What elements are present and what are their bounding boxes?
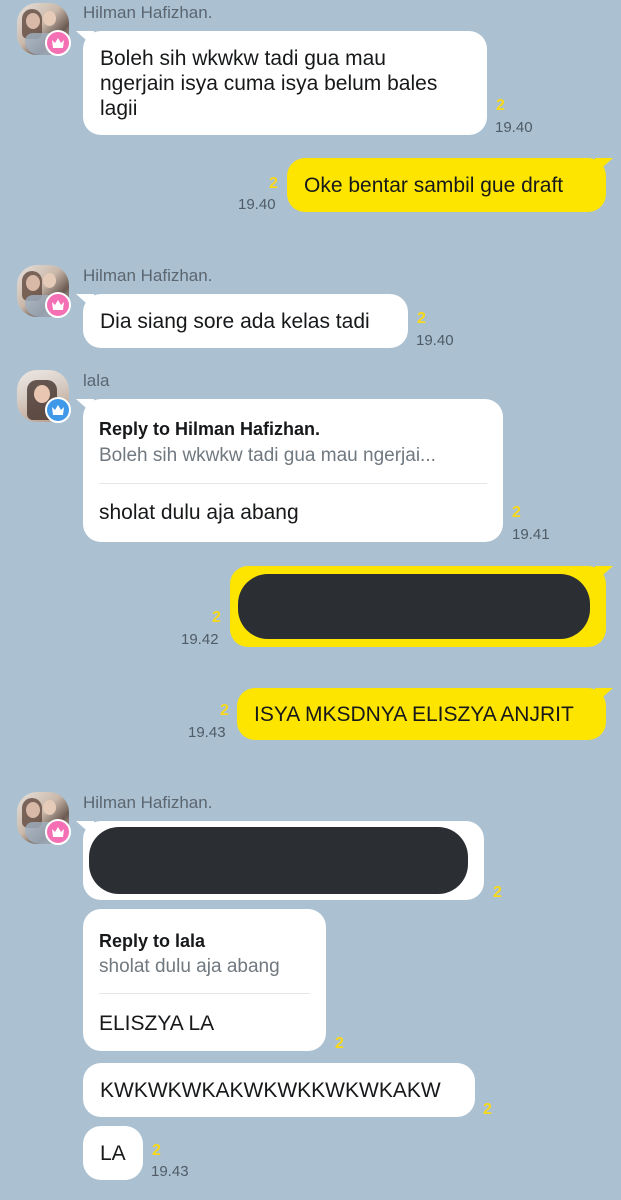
sender-name: lala — [83, 371, 110, 390]
crown-badge-icon — [45, 397, 71, 423]
message-line: ngerjain isya cuma isya belum bales — [100, 72, 438, 95]
reply-message-bubble[interactable]: Reply to lala sholat dulu aja abang ELIS… — [83, 909, 326, 1051]
avatar-hilman[interactable] — [17, 265, 71, 318]
message-bubble[interactable]: Boleh sih wkwkw tadi gua mau ngerjain is… — [83, 31, 487, 135]
message-text: LA — [100, 1142, 126, 1165]
message-text: ISYA MKSDNYA ELISZYA ANJRIT — [254, 703, 574, 726]
message-line: lagii — [100, 97, 138, 120]
message-text: ELISZYA LA — [99, 1012, 215, 1035]
message-time: 19.40 — [416, 332, 454, 349]
unread-count: 2 — [269, 175, 278, 192]
unread-count: 2 — [335, 1035, 344, 1052]
message-bubble-outgoing[interactable]: ISYA MKSDNYA ELISZYA ANJRIT — [237, 688, 606, 740]
unread-count: 2 — [220, 702, 229, 719]
message-time: 19.40 — [238, 196, 276, 213]
message-time: 19.42 — [181, 631, 219, 648]
message-text: KWKWKWKAKWKWKKWKWKAKW — [100, 1079, 441, 1102]
message-time: 19.40 — [495, 119, 533, 136]
unread-count: 2 — [417, 310, 426, 327]
reply-divider — [99, 483, 487, 484]
reply-title: Reply to lala — [99, 931, 206, 951]
unread-count: 2 — [483, 1101, 492, 1118]
message-time: 19.43 — [151, 1163, 189, 1180]
sender-name: Hilman Hafizhan. — [83, 793, 213, 812]
unread-count: 2 — [493, 884, 502, 901]
avatar-hilman[interactable] — [17, 792, 71, 845]
unread-count: 2 — [152, 1142, 161, 1159]
reply-message-bubble[interactable]: Reply to Hilman Hafizhan. Boleh sih wkwk… — [83, 399, 503, 542]
unread-count: 2 — [212, 609, 221, 626]
message-line: Boleh sih wkwkw tadi gua mau — [100, 47, 386, 70]
message-text: Oke bentar sambil gue draft — [304, 174, 564, 197]
crown-badge-icon — [45, 30, 71, 56]
unread-count: 2 — [496, 97, 505, 114]
message-bubble[interactable] — [83, 821, 484, 900]
reply-quote[interactable]: sholat dulu aja abang — [99, 954, 280, 979]
message-text: sholat dulu aja abang — [99, 501, 299, 524]
crown-badge-icon — [45, 292, 71, 318]
reply-title: Reply to Hilman Hafizhan. — [99, 419, 321, 439]
message-bubble[interactable]: Dia siang sore ada kelas tadi — [83, 294, 408, 348]
avatar-lala[interactable] — [17, 370, 71, 423]
avatar-hilman[interactable] — [17, 3, 71, 56]
message-bubble[interactable]: KWKWKWKAKWKWKKWKWKAKW — [83, 1063, 475, 1117]
message-time: 19.41 — [512, 526, 550, 543]
crown-badge-icon — [45, 819, 71, 845]
redacted-block — [89, 827, 468, 894]
sender-name: Hilman Hafizhan. — [83, 3, 213, 22]
sender-name: Hilman Hafizhan. — [83, 266, 213, 285]
reply-divider — [99, 993, 310, 994]
message-bubble-outgoing[interactable]: Oke bentar sambil gue draft — [287, 158, 606, 212]
message-time: 19.43 — [188, 724, 226, 741]
message-bubble-outgoing[interactable] — [230, 566, 606, 647]
unread-count: 2 — [512, 504, 521, 521]
message-bubble[interactable]: LA — [83, 1126, 143, 1180]
reply-quote[interactable]: Boleh sih wkwkw tadi gua mau ngerjai... — [99, 443, 436, 468]
message-text: Dia siang sore ada kelas tadi — [100, 310, 370, 333]
redacted-block — [238, 574, 590, 639]
